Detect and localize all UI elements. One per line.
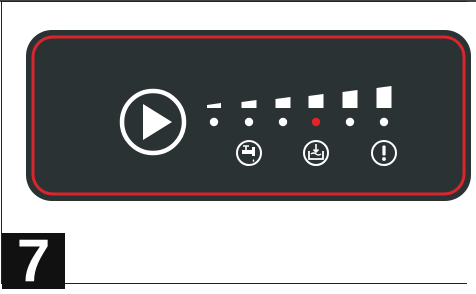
led-3 xyxy=(278,117,288,127)
control-panel xyxy=(26,30,471,201)
led-1 xyxy=(209,117,219,127)
led-4-lit xyxy=(311,117,321,127)
panel-bezel xyxy=(26,30,471,201)
level-bar-6 xyxy=(376,86,392,108)
level-bar-4 xyxy=(308,94,324,108)
level-bar-5 xyxy=(342,90,358,108)
led-2 xyxy=(244,117,254,127)
led-6 xyxy=(379,117,389,127)
step-number-badge: 7 xyxy=(2,231,65,291)
led-5 xyxy=(345,117,355,127)
